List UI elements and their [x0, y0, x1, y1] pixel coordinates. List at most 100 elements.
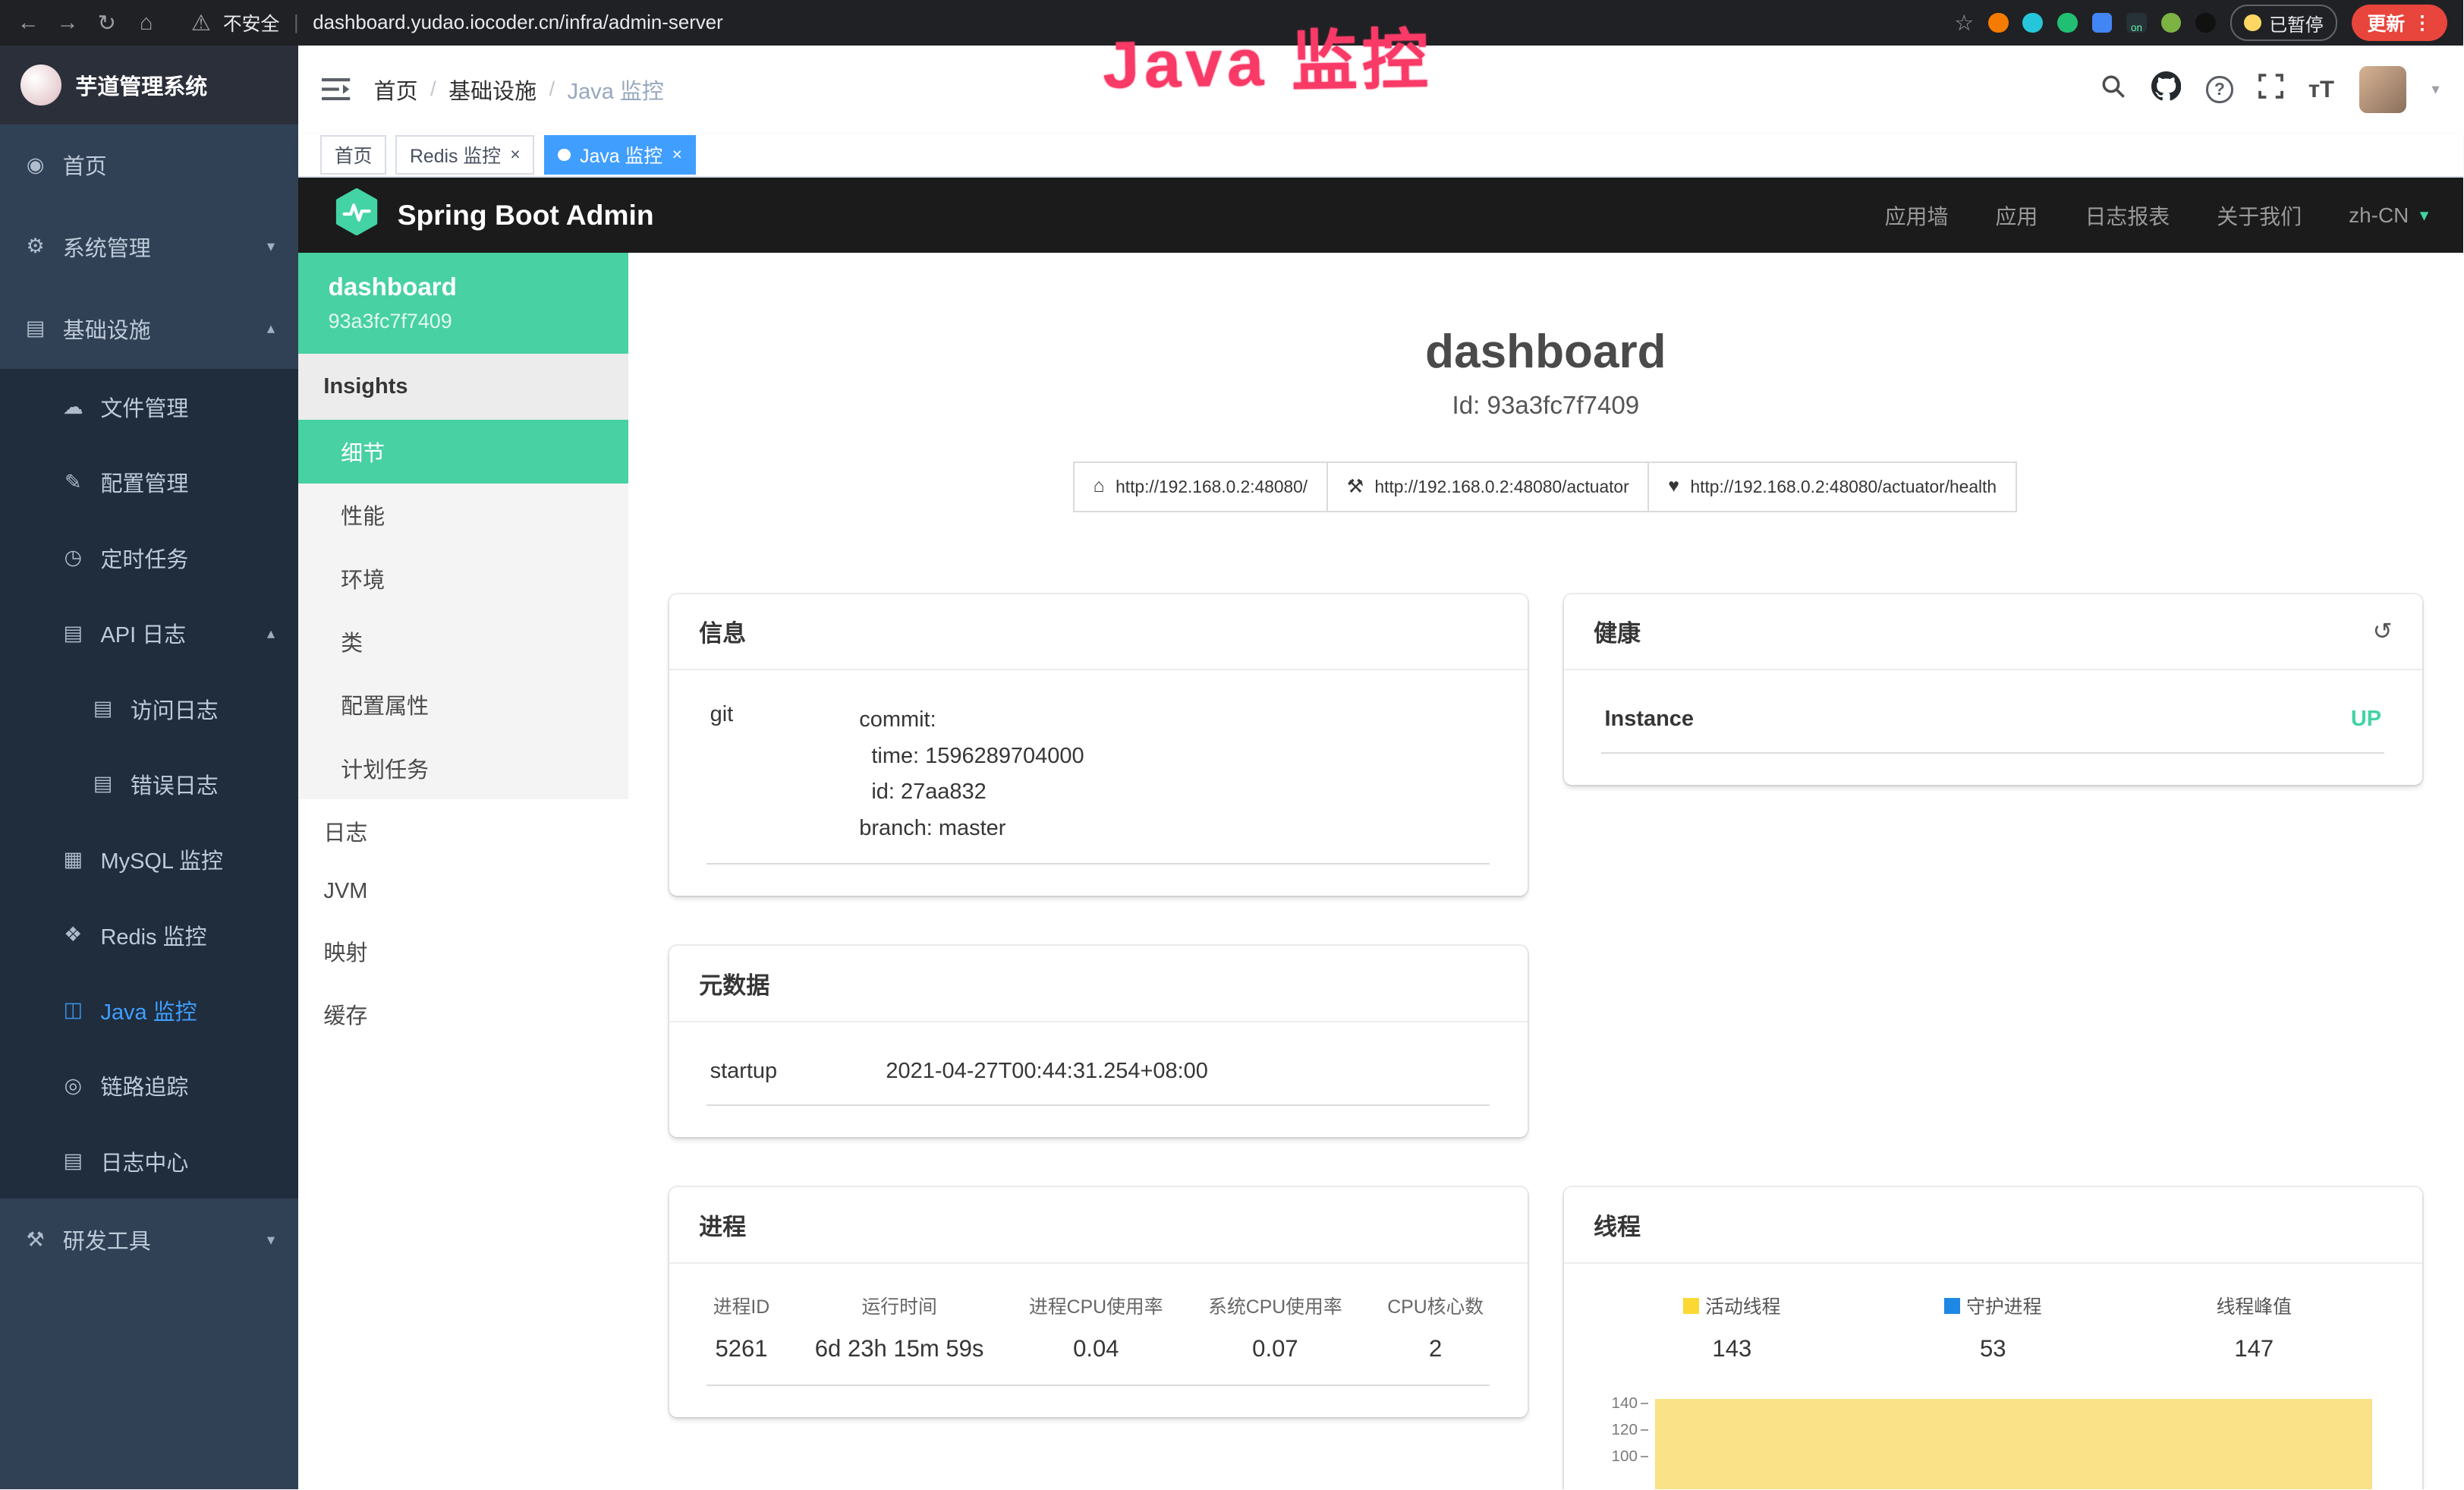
- security-chip[interactable]: ⚠ 不安全 | dashboard.yudao.iocoder.cn/infra…: [188, 9, 722, 36]
- breadcrumb-item[interactable]: 首页: [374, 74, 418, 106]
- sidebar-item-log-center[interactable]: ▤ 日志中心: [0, 1123, 298, 1199]
- chart-y-axis: 140 120 100: [1601, 1391, 1651, 1489]
- sba-nav-applications[interactable]: 应用: [1995, 200, 2038, 231]
- tab-java-monitor[interactable]: Java 监控 ×: [544, 135, 697, 175]
- actuator-link[interactable]: ⚒ http://192.168.0.2:48080/actuator: [1326, 461, 1650, 512]
- infrastructure-submenu: ☁ 文件管理 ✎ 配置管理 ◷ 定时任务 ▤ API 日志 ▴ ▤: [0, 369, 298, 1199]
- instance-id: 93a3fc7f7409: [329, 310, 599, 333]
- sidebar-item-file-management[interactable]: ☁ 文件管理: [0, 369, 298, 444]
- sidebar-item-redis-monitor[interactable]: ❖ Redis 监控: [0, 897, 298, 972]
- sba-item-jvm[interactable]: JVM: [298, 863, 628, 919]
- paused-badge[interactable]: 已暂停: [2230, 5, 2338, 40]
- sba-item-classes[interactable]: 类: [298, 610, 628, 673]
- legend-swatch: [1683, 1298, 1699, 1314]
- forward-icon[interactable]: →: [55, 11, 80, 36]
- avatar-caret-icon[interactable]: ▾: [2431, 80, 2439, 99]
- tab-home[interactable]: 首页: [320, 135, 386, 175]
- breadcrumb-separator: /: [549, 77, 555, 101]
- help-icon[interactable]: ?: [2206, 76, 2233, 102]
- user-avatar[interactable]: [2359, 66, 2406, 113]
- back-icon[interactable]: ←: [16, 11, 41, 36]
- sidebar-item-error-logs[interactable]: ▤ 错误日志: [0, 746, 298, 821]
- locale-selector[interactable]: zh-CN ▾: [2349, 203, 2428, 228]
- browser-home-icon[interactable]: ⌂: [134, 11, 159, 36]
- sidebar-item-access-logs[interactable]: ▤ 访问日志: [0, 671, 298, 746]
- extension-icon[interactable]: [2195, 13, 2216, 33]
- url-separator: |: [294, 12, 299, 34]
- instance-header[interactable]: dashboard 93a3fc7f7409: [298, 253, 628, 354]
- sba-nav-wallboard[interactable]: 应用墙: [1885, 200, 1949, 231]
- github-icon[interactable]: [2151, 71, 2181, 108]
- extension-icon[interactable]: [2161, 13, 2182, 33]
- status-badge: UP: [2351, 707, 2381, 732]
- sidebar-item-config-management[interactable]: ✎ 配置管理: [0, 445, 298, 520]
- extension-on-badge: on: [2131, 23, 2142, 33]
- sidebar-item-java-monitor[interactable]: ◫ Java 监控: [0, 972, 298, 1047]
- row-label: git: [710, 702, 860, 847]
- extension-icon[interactable]: [2022, 13, 2043, 33]
- link-url: http://192.168.0.2:48080/actuator/health: [1691, 477, 1997, 497]
- extension-icon[interactable]: on: [2126, 13, 2147, 33]
- refresh-icon[interactable]: ↺: [2373, 618, 2393, 645]
- sba-group-insights[interactable]: Insights: [298, 354, 628, 420]
- sba-item-performance[interactable]: 性能: [298, 484, 628, 547]
- hamburger-icon[interactable]: [322, 77, 350, 102]
- link-url: http://192.168.0.2:48080/actuator: [1374, 477, 1629, 497]
- sidebar-item-home[interactable]: ◉ 首页: [0, 124, 298, 206]
- health-link[interactable]: ♥ http://192.168.0.2:48080/actuator/heal…: [1647, 461, 2016, 512]
- breadcrumb-separator: /: [430, 77, 436, 101]
- search-icon[interactable]: [2100, 73, 2126, 106]
- fullscreen-icon[interactable]: [2258, 74, 2283, 106]
- chevron-down-icon: ▾: [2420, 205, 2428, 225]
- document-icon: ▤: [91, 772, 115, 795]
- sidebar-item-scheduled-tasks[interactable]: ◷ 定时任务: [0, 520, 298, 595]
- infrastructure-icon: ▤: [24, 317, 47, 340]
- close-icon[interactable]: ×: [510, 144, 520, 165]
- warning-icon: ⚠: [188, 10, 213, 36]
- app-logo[interactable]: 芋道管理系统: [0, 46, 298, 124]
- sba-item-environment[interactable]: 环境: [298, 547, 628, 610]
- sba-item-caches[interactable]: 缓存: [298, 983, 628, 1046]
- breadcrumb-item[interactable]: 基础设施: [448, 74, 537, 106]
- sba-item-logs[interactable]: 日志: [298, 799, 628, 862]
- base-url-link[interactable]: ⌂ http://192.168.0.2:48080/: [1073, 461, 1328, 512]
- sidebar-item-label: MySQL 监控: [100, 843, 275, 875]
- sidebar-item-dev-tools[interactable]: ⚒ 研发工具 ▾: [0, 1199, 298, 1281]
- extension-icon[interactable]: [2057, 13, 2078, 33]
- extension-icon[interactable]: [1988, 13, 2009, 33]
- sidebar-item-system-management[interactable]: ⚙ 系统管理 ▾: [0, 206, 298, 288]
- sba-item-config-properties[interactable]: 配置属性: [298, 673, 628, 736]
- sidebar-item-api-logs[interactable]: ▤ API 日志 ▴: [0, 595, 298, 670]
- spring-boot-admin-logo[interactable]: [333, 188, 380, 242]
- sba-brand-title[interactable]: Spring Boot Admin: [398, 199, 654, 232]
- breadcrumb-current: Java 监控: [568, 74, 664, 106]
- close-icon[interactable]: ×: [672, 144, 682, 165]
- sidebar-item-label: 研发工具: [63, 1224, 251, 1255]
- sba-nav-journal[interactable]: 日志报表: [2085, 200, 2170, 231]
- document-icon: ▤: [91, 697, 115, 720]
- sidebar-item-trace[interactable]: ◎ 链路追踪: [0, 1048, 298, 1123]
- sba-item-mappings[interactable]: 映射: [298, 919, 628, 982]
- page-title: dashboard: [669, 325, 2422, 379]
- extension-icon[interactable]: [2092, 13, 2113, 33]
- edit-icon: ✎: [61, 471, 85, 494]
- sba-item-details[interactable]: 细节: [298, 420, 628, 483]
- font-size-icon[interactable]: тT: [2308, 76, 2334, 103]
- paused-label: 已暂停: [2269, 10, 2323, 36]
- process-col-pid: 进程ID 5261: [713, 1292, 770, 1362]
- sba-item-scheduled-tasks[interactable]: 计划任务: [298, 736, 628, 799]
- bookmark-star-icon[interactable]: ☆: [1954, 10, 1974, 36]
- sidebar-item-label: 定时任务: [100, 542, 275, 574]
- address-url[interactable]: dashboard.yudao.iocoder.cn/infra/admin-s…: [313, 12, 722, 34]
- reload-icon[interactable]: ↻: [94, 10, 119, 36]
- sidebar-item-label: 配置管理: [100, 466, 275, 498]
- sba-nav-about[interactable]: 关于我们: [2217, 200, 2302, 231]
- sidebar-item-label: 链路追踪: [100, 1069, 275, 1101]
- sidebar-item-infrastructure[interactable]: ▤ 基础设施 ▴: [0, 288, 298, 370]
- process-col-process-cpu: 进程CPU使用率 0.04: [1029, 1292, 1163, 1362]
- chrome-update-button[interactable]: 更新 ⋮: [2352, 5, 2447, 41]
- app-sidebar: 芋道管理系统 ◉ 首页 ⚙ 系统管理 ▾ ▤ 基础设施 ▴ ☁ 文件管理: [0, 46, 298, 1489]
- sidebar-item-mysql-monitor[interactable]: ▦ MySQL 监控: [0, 822, 298, 897]
- tab-redis-monitor[interactable]: Redis 监控 ×: [395, 135, 534, 175]
- sba-main: dashboard Id: 93a3fc7f7409 ⌂ http://192.…: [628, 253, 2463, 1489]
